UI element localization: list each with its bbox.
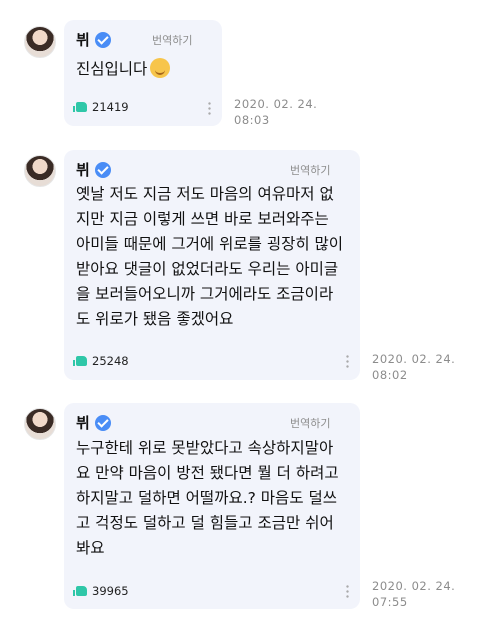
author-name[interactable]: 뷔 xyxy=(76,159,90,180)
comment-header: 뷔 xyxy=(76,29,111,50)
like-count: 39965 xyxy=(92,584,129,598)
verified-badge-icon xyxy=(94,31,111,48)
hugging-face-emoji-icon xyxy=(150,58,171,78)
author-name[interactable]: 뷔 xyxy=(76,412,90,433)
comment-text: 진심입니다 xyxy=(76,57,171,82)
comment-text: 누구한테 위로 못받았다고 속상하지말아 요 만약 마음이 방전 됐다면 뭘 더… xyxy=(76,439,339,557)
comment-bubble: 뷔 번역하기 옛날 저도 지금 저도 마음의 여유마저 없 지만 지금 이렇게 … xyxy=(64,150,360,380)
avatar[interactable] xyxy=(24,155,56,187)
comment-header: 뷔 xyxy=(76,159,111,180)
comment-text-content: 진심입니다 xyxy=(76,60,148,78)
like-count: 25248 xyxy=(92,354,129,368)
timestamp: 2020. 02. 24. 08:03 xyxy=(234,97,318,127)
comment-bubble: 뷔 번역하기 누구한테 위로 못받았다고 속상하지말아 요 만약 마음이 방전 … xyxy=(64,403,360,609)
thumbs-up-icon[interactable] xyxy=(73,356,87,366)
comment-bubble: 뷔 번역하기 진심입니다 21419 xyxy=(64,20,222,126)
translate-button[interactable]: 번역하기 xyxy=(290,162,330,178)
comment-footer: 39965 xyxy=(73,584,129,598)
timestamp: 2020. 02. 24. 08:02 xyxy=(372,352,456,382)
avatar[interactable] xyxy=(24,408,56,440)
verified-badge-icon xyxy=(94,161,111,178)
comment-footer: 21419 xyxy=(73,100,129,114)
thumbs-up-icon[interactable] xyxy=(73,586,87,596)
avatar[interactable] xyxy=(24,26,56,58)
verified-badge-icon xyxy=(94,414,111,431)
more-options-icon[interactable] xyxy=(208,101,211,115)
more-options-icon[interactable] xyxy=(346,354,349,368)
comment-footer: 25248 xyxy=(73,354,129,368)
translate-button[interactable]: 번역하기 xyxy=(290,415,330,431)
translate-button[interactable]: 번역하기 xyxy=(152,32,192,48)
like-count: 21419 xyxy=(92,100,129,114)
timestamp: 2020. 02. 24. 07:55 xyxy=(372,579,456,609)
author-name[interactable]: 뷔 xyxy=(76,29,90,50)
comment-text: 옛날 저도 지금 저도 마음의 여유마저 없 지만 지금 이렇게 쓰면 바로 보… xyxy=(76,185,344,328)
comment-header: 뷔 xyxy=(76,412,111,433)
more-options-icon[interactable] xyxy=(346,584,349,598)
thumbs-up-icon[interactable] xyxy=(73,102,87,112)
